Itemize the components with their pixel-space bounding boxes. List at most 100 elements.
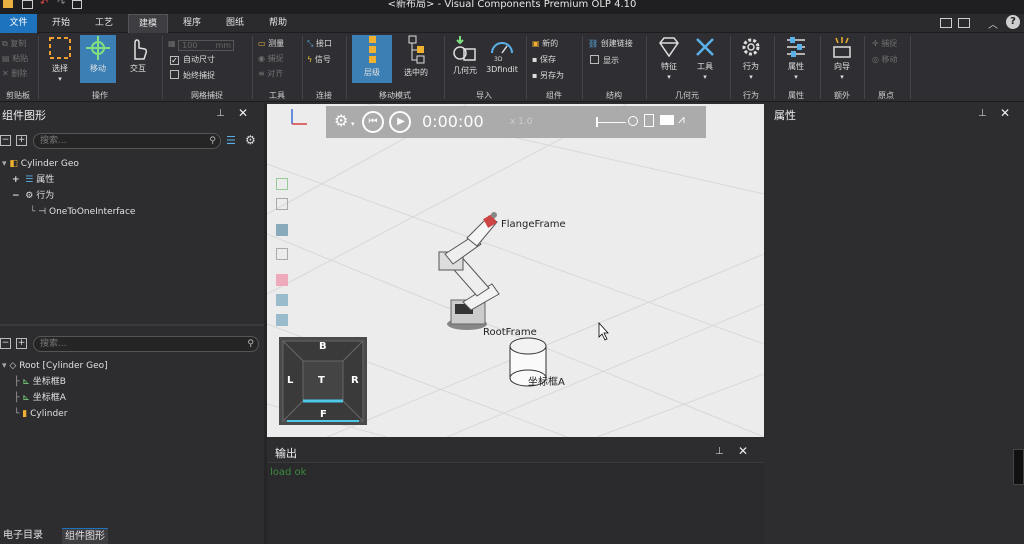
origin-snap-button[interactable]: ✛ 捕捉 xyxy=(872,38,897,50)
tab-help[interactable]: 帮助 xyxy=(260,14,296,33)
view-cube-icon[interactable] xyxy=(276,274,288,286)
reset-button[interactable]: ⏮ xyxy=(362,111,384,133)
tree-item-properties[interactable]: + ☰ 属性 xyxy=(12,172,54,188)
navigation-cube[interactable]: B L T R F xyxy=(279,337,367,425)
feature-button[interactable]: 特征 ▾ xyxy=(652,35,686,81)
navcube-left[interactable]: L xyxy=(287,375,293,386)
vr-icon[interactable]: ⩘ xyxy=(678,112,685,127)
layout-icon[interactable] xyxy=(940,18,952,28)
tab-home[interactable]: 开始 xyxy=(43,14,79,33)
geometry-import-button[interactable]: 几何元 xyxy=(448,35,482,76)
tab-process[interactable]: 工艺 xyxy=(86,14,122,33)
paste-button[interactable]: ▤ 粘贴 xyxy=(2,53,28,65)
component-search-input[interactable]: 搜索... ⚲ xyxy=(33,133,221,149)
panel-splitter[interactable] xyxy=(0,324,264,326)
tree-item-cylinder[interactable]: └ ▮ Cylinder xyxy=(14,406,67,422)
tree-item-frame-b[interactable]: ├ ⊾ 坐标框B xyxy=(14,374,66,390)
hierarchy-button[interactable]: 层级 xyxy=(352,35,392,83)
expand-all-lower-button[interactable]: + xyxy=(16,338,27,349)
speed-slider[interactable] xyxy=(596,122,626,123)
axis-indicator xyxy=(291,109,307,125)
tree-item-frame-a[interactable]: ├ ⊾ 坐标框A xyxy=(14,390,66,406)
signal-button[interactable]: ϟ 信号 xyxy=(307,54,331,66)
view-box-icon[interactable] xyxy=(276,248,288,260)
chevron-up-icon[interactable]: ︿ xyxy=(988,16,1000,31)
close-icon[interactable]: ✕ xyxy=(238,106,250,120)
select-button[interactable]: 选择 ▾ xyxy=(42,35,78,83)
tab-component-graph[interactable]: 组件图形 xyxy=(62,528,108,544)
simulation-settings-gear-icon[interactable]: ⚙ xyxy=(334,112,352,130)
tab-modeling[interactable]: 建模 xyxy=(128,14,168,33)
undo-icon[interactable]: ↶ xyxy=(40,0,50,9)
view-grid-icon[interactable] xyxy=(276,294,288,306)
properties-button[interactable]: 属性 ▾ xyxy=(778,35,814,81)
move-button[interactable]: 移动 xyxy=(80,35,116,83)
tool-button[interactable]: 工具 ▾ xyxy=(688,35,722,81)
save-icon[interactable] xyxy=(22,0,33,9)
collapse-all-button[interactable]: − xyxy=(0,135,11,146)
pin-icon[interactable]: ⊥ xyxy=(715,446,724,457)
view-render-mode-icon[interactable] xyxy=(276,224,288,236)
snap-label: 捕捉 xyxy=(267,54,284,63)
interface-button[interactable]: ⤡ 接口 xyxy=(307,38,332,50)
delete-button[interactable]: ✕ 删除 xyxy=(2,68,27,80)
chevron-down-icon[interactable]: ▾ xyxy=(351,120,355,128)
window-mode-icon[interactable] xyxy=(958,18,970,28)
pin-icon[interactable]: ⊥ xyxy=(978,108,987,119)
tab-program[interactable]: 程序 xyxy=(174,14,210,33)
snap-button[interactable]: ◉ 捕捉 xyxy=(258,53,284,65)
report-icon[interactable] xyxy=(644,114,654,127)
align-button[interactable]: ≡ 对齐 xyxy=(258,68,283,80)
camera-record-icon[interactable] xyxy=(660,115,674,125)
navcube-back[interactable]: B xyxy=(319,341,327,352)
navcube-front[interactable]: F xyxy=(320,409,327,420)
always-snap-checkbox[interactable]: 始终捕捉 xyxy=(170,70,215,82)
3d-viewport[interactable]: FlangeFrame RootFrame 坐标框A ⚙ ▾ ⏮ ▶ 0:00:… xyxy=(267,104,764,437)
behavior-button[interactable]: 行为 ▾ xyxy=(734,35,768,81)
close-icon[interactable]: ✕ xyxy=(1000,106,1010,120)
collapse-all-lower-button[interactable]: − xyxy=(0,338,11,349)
navcube-top[interactable]: T xyxy=(318,375,325,386)
close-icon[interactable]: ✕ xyxy=(738,444,748,458)
3dfindit-button[interactable]: 3D 3Dfindit xyxy=(484,35,520,74)
measure-button[interactable]: ▭ 测量 xyxy=(258,38,284,50)
wizard-button[interactable]: 向导 ▾ xyxy=(824,35,860,81)
new-doc-icon[interactable] xyxy=(72,0,82,9)
save-as-component-button[interactable]: ▪ 另存为 xyxy=(532,70,564,82)
grid-size-field[interactable]: ▦ 100 mm xyxy=(168,38,235,51)
interact-button[interactable]: 交互 xyxy=(120,35,156,74)
view-fit-icon[interactable] xyxy=(276,178,288,190)
filter-icon[interactable]: ☰ xyxy=(226,135,238,147)
redo-icon[interactable]: ↷ xyxy=(57,0,67,9)
tree-item-root[interactable]: ▾ ◇ Root [Cylinder Geo] xyxy=(2,358,108,374)
create-link-button[interactable]: ⛓ 创建链接 xyxy=(588,38,633,50)
help-icon[interactable]: ? xyxy=(1006,15,1020,29)
tree-item-cylinder-geo[interactable]: ▾ ◧ Cylinder Geo xyxy=(2,156,79,172)
divider xyxy=(346,36,347,99)
view-zoom-icon[interactable] xyxy=(276,198,288,210)
tab-ecatalog[interactable]: 电子目录 xyxy=(0,528,46,544)
view-frames-icon[interactable] xyxy=(276,314,288,326)
mouse-cursor-icon xyxy=(598,321,609,341)
side-collapse-tab[interactable] xyxy=(1013,449,1024,485)
new-component-button[interactable]: ▣ 新的 xyxy=(532,38,558,50)
save-component-button[interactable]: ▪ 保存 xyxy=(532,54,556,66)
origin-move-button[interactable]: ◎ 移动 xyxy=(872,54,898,66)
navcube-right[interactable]: R xyxy=(351,375,359,386)
copy-button[interactable]: ⧉ 复制 xyxy=(2,38,26,50)
speed-slider-handle[interactable] xyxy=(596,117,598,127)
pin-icon[interactable]: ⊥ xyxy=(216,108,226,120)
bottom-tabs: 电子目录 组件图形 xyxy=(0,528,264,544)
expand-all-button[interactable]: + xyxy=(16,135,27,146)
tree-item-behaviors[interactable]: − ⚙ 行为 xyxy=(12,188,54,204)
selected-button[interactable]: 选中的 xyxy=(398,35,434,78)
node-search-input[interactable]: 搜索... ⚲ xyxy=(33,336,259,352)
speed-reset-icon[interactable] xyxy=(628,116,638,126)
settings-gear-icon[interactable]: ⚙ xyxy=(245,134,258,147)
tree-item-one-to-one[interactable]: └ ⊣ OneToOneInterface xyxy=(30,204,135,220)
tab-file[interactable]: 文件 xyxy=(0,14,37,33)
play-button[interactable]: ▶ xyxy=(389,111,411,133)
auto-size-checkbox[interactable]: ✓ 自动尺寸 xyxy=(170,54,215,66)
show-checkbox[interactable]: 显示 xyxy=(590,55,619,67)
tab-drawing[interactable]: 图纸 xyxy=(217,14,253,33)
